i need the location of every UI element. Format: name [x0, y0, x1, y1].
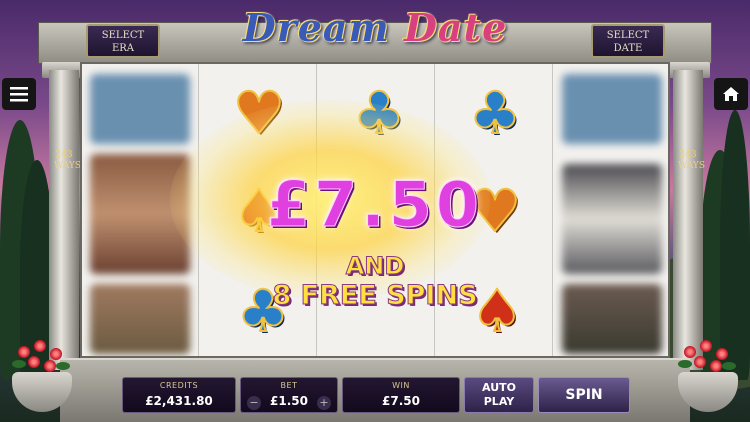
pillar-left — [49, 70, 79, 370]
logo-word-date: Date — [403, 5, 508, 50]
win-and-text: AND — [345, 252, 405, 281]
reel-5-spinning-symbols — [554, 64, 671, 356]
home-icon — [723, 87, 739, 101]
select-date-line2: DATE — [613, 43, 643, 54]
credits-value: £2,431.80 — [145, 394, 213, 408]
game-logo: Dream Date — [225, 4, 525, 52]
ways-label-left: 243 WAYS — [54, 150, 82, 171]
bet-decrease-button[interactable]: − — [247, 396, 261, 410]
club-symbol: ♣ — [468, 78, 522, 148]
menu-button[interactable] — [2, 78, 36, 110]
select-era-line1: SELECT — [101, 30, 145, 41]
select-era-line2: ERA — [111, 43, 135, 54]
game-scene: 243 WAYS 243 WAYS SELECT ERA SELECT DATE… — [0, 0, 750, 422]
hamburger-menu-icon — [10, 87, 28, 102]
autoplay-button[interactable]: AUTO PLAY — [464, 377, 534, 413]
select-date-button[interactable]: SELECT DATE — [591, 24, 665, 58]
free-spins-text: 8 FREE SPINS — [272, 280, 478, 312]
win-value: £7.50 — [382, 394, 420, 408]
ways-label-right: 243 WAYS — [678, 150, 706, 171]
bet-label: BET — [280, 381, 298, 390]
logo-word-dream: Dream — [242, 5, 390, 50]
spin-button[interactable]: SPIN — [538, 377, 630, 413]
bet-increase-button[interactable]: + — [317, 396, 331, 410]
credits-label: CREDITS — [159, 381, 199, 390]
win-amount: £7.50 — [266, 168, 484, 242]
reel-5 — [554, 64, 671, 356]
autoplay-line2: PLAY — [483, 395, 515, 408]
win-label: WIN — [392, 381, 410, 390]
pillar-right — [673, 70, 703, 370]
autoplay-line1: AUTO — [482, 381, 516, 394]
win-panel: WIN £7.50 — [342, 377, 460, 413]
select-era-button[interactable]: SELECT ERA — [86, 24, 160, 58]
home-button[interactable] — [714, 78, 748, 110]
bet-panel: BET £1.50 − + — [240, 377, 338, 413]
credits-panel: CREDITS £2,431.80 — [122, 377, 236, 413]
select-date-line1: SELECT — [606, 30, 650, 41]
